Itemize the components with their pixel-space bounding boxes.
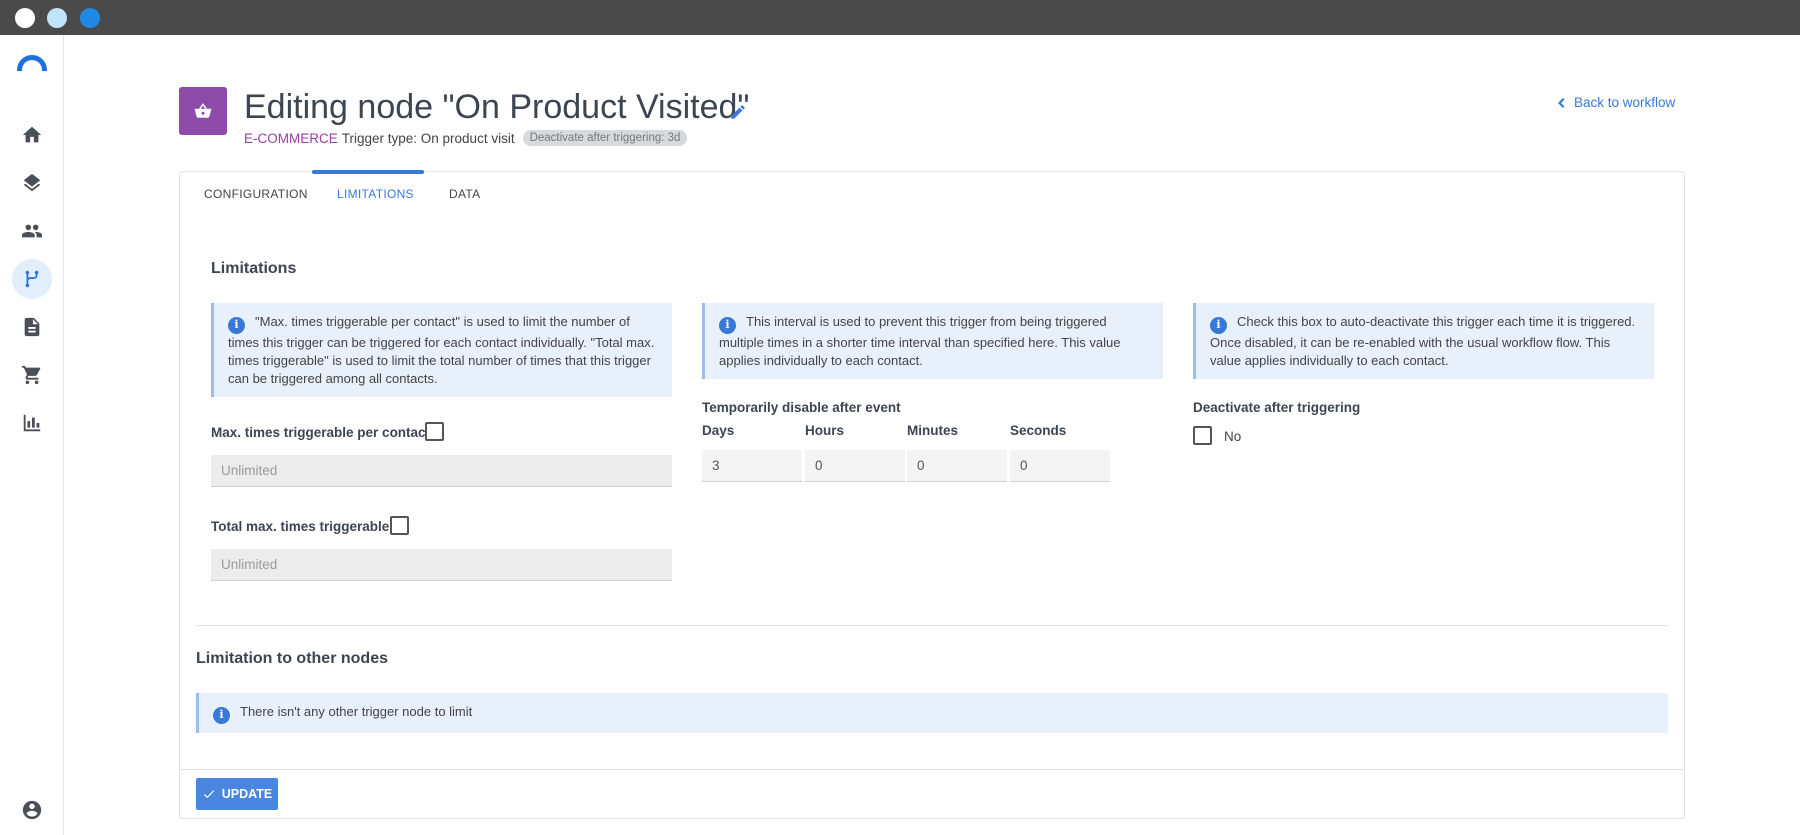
edit-title-icon[interactable] (729, 103, 747, 121)
seconds-input[interactable] (1010, 450, 1110, 482)
max-per-contact-label: Max. times triggerable per contact (211, 425, 431, 440)
other-nodes-info-text: There isn't any other trigger node to li… (240, 704, 473, 719)
page-title: Editing node "On Product Visited" (244, 88, 750, 126)
back-link-label: Back to workflow (1574, 95, 1676, 110)
trigger-type: Trigger type: On product visit (341, 130, 515, 146)
info-icon: i (1210, 316, 1227, 334)
max-times-info-text: "Max. times triggerable per contact" is … (228, 314, 655, 386)
node-type-icon (179, 87, 227, 135)
window-minimize-button[interactable] (47, 8, 67, 28)
cart-icon[interactable] (12, 355, 52, 395)
back-to-workflow-link[interactable]: Back to workflow (1556, 95, 1675, 110)
active-tab-indicator (312, 170, 424, 174)
other-nodes-title: Limitation to other nodes (196, 650, 388, 667)
section-divider (196, 625, 1668, 626)
days-input[interactable] (702, 450, 802, 482)
deactivate-info: i Check this box to auto-deactivate this … (1193, 303, 1654, 379)
app-logo[interactable] (17, 55, 47, 71)
info-icon: i (719, 316, 736, 334)
deactivate-after-triggering-label: Deactivate after triggering (1193, 400, 1361, 415)
max-per-contact-input[interactable] (211, 455, 672, 487)
deactivate-info-text: Check this box to auto-deactivate this t… (1210, 314, 1636, 368)
document-icon[interactable] (12, 307, 52, 347)
chart-icon[interactable] (12, 403, 52, 443)
max-per-contact-checkbox[interactable] (425, 422, 444, 441)
info-icon: i (213, 706, 230, 724)
window-titlebar (0, 0, 1800, 35)
basket-icon (194, 103, 212, 118)
disable-after-event-label: Temporarily disable after event (702, 400, 901, 415)
deactivate-value: No (1224, 429, 1242, 444)
workflow-icon[interactable] (12, 259, 52, 299)
total-max-input[interactable] (211, 549, 672, 581)
home-icon[interactable] (12, 115, 52, 155)
limitations-title: Limitations (211, 260, 297, 277)
tab-limitations[interactable]: LIMITATIONS (337, 187, 414, 201)
total-max-label: Total max. times triggerable (211, 519, 390, 534)
status-badge: Deactivate after triggering: 3d (522, 130, 688, 146)
days-label: Days (702, 423, 735, 438)
node-category: E-COMMERCE (244, 130, 338, 146)
other-nodes-info: i There isn't any other trigger node to l… (196, 693, 1668, 733)
hours-label: Hours (805, 423, 845, 438)
deactivate-checkbox[interactable] (1193, 426, 1212, 445)
minutes-label: Minutes (907, 423, 959, 438)
footer-divider (180, 769, 1684, 770)
interval-info: i This interval is used to prevent this t… (702, 303, 1163, 379)
minutes-input[interactable] (907, 450, 1007, 482)
update-button-label: UPDATE (221, 787, 273, 801)
tab-configuration[interactable]: CONFIGURATION (204, 187, 308, 201)
max-times-info: i "Max. times triggerable per contact" is… (211, 303, 672, 397)
seconds-label: Seconds (1010, 423, 1067, 438)
tab-data[interactable]: DATA (449, 187, 480, 201)
sidebar (0, 35, 64, 835)
window-maximize-button[interactable] (80, 8, 100, 28)
interval-info-text: This interval is used to prevent this tr… (719, 314, 1121, 368)
check-icon (203, 790, 215, 799)
contacts-icon[interactable] (12, 211, 52, 251)
layers-icon[interactable] (12, 163, 52, 203)
chevron-left-icon (1558, 97, 1565, 108)
account-icon[interactable] (12, 790, 52, 830)
editor-card: CONFIGURATION LIMITATIONS DATA Limitatio… (179, 170, 1685, 819)
window-close-button[interactable] (15, 8, 35, 28)
info-icon: i (228, 316, 245, 334)
update-button[interactable]: UPDATE (196, 778, 278, 810)
node-meta: E-COMMERCE Trigger type: On product visi… (244, 130, 688, 146)
total-max-checkbox[interactable] (390, 516, 409, 535)
hours-input[interactable] (805, 450, 905, 482)
